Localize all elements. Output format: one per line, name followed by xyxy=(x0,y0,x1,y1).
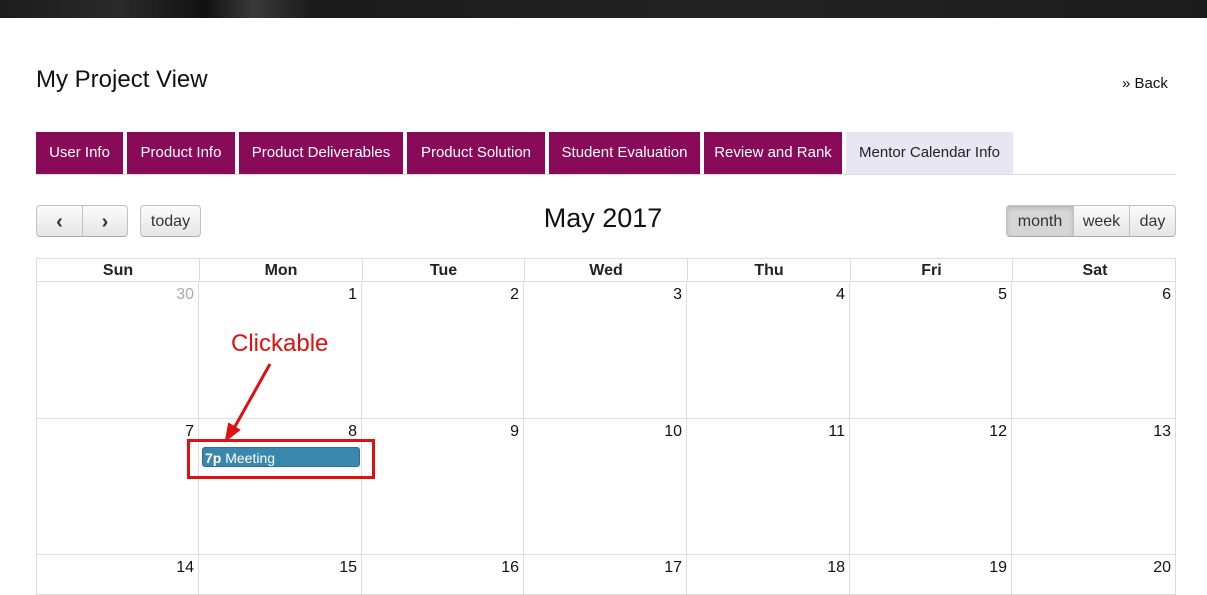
day-cell[interactable]: 13 xyxy=(1012,419,1176,555)
day-number: 20 xyxy=(1153,559,1171,576)
day-number: 3 xyxy=(673,286,682,303)
weekday-thu: Thu xyxy=(688,259,851,282)
calendar-title: May 2017 xyxy=(543,203,663,233)
tab-user-info[interactable]: User Info xyxy=(36,132,123,174)
week-row: 30 1 2 3 4 5 6 xyxy=(36,282,1176,419)
tab-product-deliverables[interactable]: Product Deliverables xyxy=(239,132,403,174)
day-cell[interactable]: 16 xyxy=(362,555,524,595)
back-link[interactable]: » Back xyxy=(1122,75,1168,92)
calendar-grid: Sun Mon Tue Wed Thu Fri Sat 30 1 2 3 4 5… xyxy=(36,258,1176,595)
chevron-right-icon: › xyxy=(101,211,109,233)
day-cell[interactable]: 30 xyxy=(36,282,199,419)
day-cell[interactable]: 14 xyxy=(36,555,199,595)
weekday-wed: Wed xyxy=(525,259,688,282)
day-number: 1 xyxy=(348,286,357,303)
day-cell[interactable]: 2 xyxy=(362,282,524,419)
day-cell[interactable]: 11 xyxy=(687,419,850,555)
day-number: 9 xyxy=(510,423,519,440)
day-cell[interactable]: 9 xyxy=(362,419,524,555)
day-cell[interactable]: 12 xyxy=(850,419,1012,555)
day-cell[interactable]: 19 xyxy=(850,555,1012,595)
day-number: 30 xyxy=(176,286,194,303)
day-cell[interactable]: 6 xyxy=(1012,282,1176,419)
day-number: 17 xyxy=(664,559,682,576)
day-cell[interactable]: 10 xyxy=(524,419,687,555)
weekday-fri: Fri xyxy=(851,259,1013,282)
prev-month-button[interactable]: ‹ xyxy=(36,205,83,237)
view-week-button[interactable]: week xyxy=(1073,205,1130,237)
next-month-button[interactable]: › xyxy=(82,205,128,237)
day-number: 12 xyxy=(989,423,1007,440)
day-cell[interactable]: 17 xyxy=(524,555,687,595)
day-number: 2 xyxy=(510,286,519,303)
day-number: 19 xyxy=(989,559,1007,576)
tab-product-solution[interactable]: Product Solution xyxy=(407,132,545,174)
day-cell[interactable]: 3 xyxy=(524,282,687,419)
day-number: 11 xyxy=(828,423,845,440)
weekday-sat: Sat xyxy=(1082,262,1108,279)
day-number: 16 xyxy=(501,559,519,576)
annotation-highlight-box xyxy=(187,439,375,479)
tab-bar: User Info Product Info Product Deliverab… xyxy=(36,132,1176,175)
day-number: 10 xyxy=(664,423,682,440)
day-number: 4 xyxy=(836,286,845,303)
tab-student-evaluation[interactable]: Student Evaluation xyxy=(549,132,700,174)
page-title: My Project View xyxy=(36,66,208,93)
day-cell[interactable]: 7 xyxy=(36,419,199,555)
weekday-mon: Mon xyxy=(200,259,363,282)
day-cell[interactable]: 18 xyxy=(687,555,850,595)
day-number: 13 xyxy=(1153,423,1171,440)
day-number: 5 xyxy=(998,286,1007,303)
weekday-tue: Tue xyxy=(363,259,525,282)
header-banner-image xyxy=(0,0,1207,18)
tab-product-info[interactable]: Product Info xyxy=(127,132,235,174)
day-number: 6 xyxy=(1162,286,1171,303)
week-row: 14 15 16 17 18 19 20 xyxy=(36,555,1176,595)
day-number: 15 xyxy=(339,559,357,576)
tab-mentor-calendar-info[interactable]: Mentor Calendar Info xyxy=(846,132,1013,174)
day-cell[interactable]: 4 xyxy=(687,282,850,419)
annotation-label: Clickable xyxy=(231,330,329,357)
today-button[interactable]: today xyxy=(140,205,201,237)
chevron-left-icon: ‹ xyxy=(56,211,63,233)
day-cell[interactable]: 15 xyxy=(199,555,362,595)
day-number: 14 xyxy=(176,559,194,576)
view-day-button[interactable]: day xyxy=(1129,205,1176,237)
day-number: 18 xyxy=(827,559,845,576)
view-month-button[interactable]: month xyxy=(1006,205,1074,237)
weekday-sun: Sun xyxy=(37,259,200,282)
tab-review-and-rank[interactable]: Review and Rank xyxy=(704,132,842,174)
day-cell[interactable]: 5 xyxy=(850,282,1012,419)
weekday-header: Sun Mon Tue Wed Thu Fri Sat xyxy=(36,258,1176,282)
day-cell[interactable]: 20 xyxy=(1012,555,1176,595)
